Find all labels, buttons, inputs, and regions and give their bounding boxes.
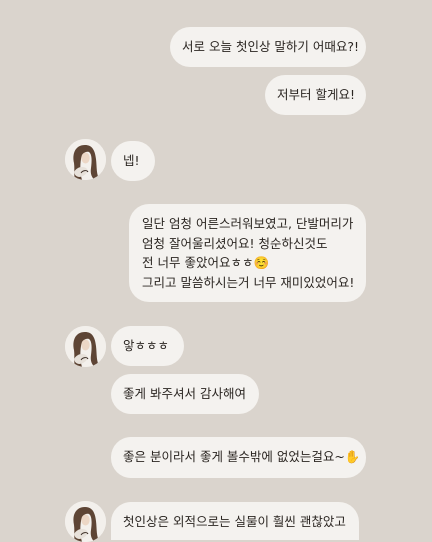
message-text: 좋게 봐주셔서 감사해여 bbox=[123, 386, 246, 401]
message-line: 그리고 말씀하시는거 너무 재미있었어요! bbox=[142, 274, 355, 290]
message-text: 좋은 분이라서 좋게 볼수밖에 없었는걸요~✋ bbox=[123, 449, 361, 464]
message-text: 앟ㅎㅎㅎ bbox=[123, 338, 170, 353]
sent-message-bubble[interactable]: 일단 엄청 어른스러워보였고, 단발머리가 엄청 잘어울리셨어요! 청순하신것도… bbox=[129, 204, 366, 302]
received-message-bubble[interactable]: 첫인상은 외적으로는 실물이 훨씬 괜찮았고 bbox=[111, 502, 359, 540]
profile-photo-icon bbox=[65, 501, 106, 542]
profile-photo-icon bbox=[65, 139, 106, 180]
contact-avatar[interactable] bbox=[65, 326, 106, 367]
message-text: 첫인상은 외적으로는 실물이 훨씬 괜찮았고 bbox=[123, 514, 346, 529]
profile-photo-icon bbox=[65, 326, 106, 367]
message-line: 일단 엄청 어른스러워보였고, 단발머리가 bbox=[142, 216, 354, 231]
sent-message-bubble[interactable]: 저부터 할게요! bbox=[265, 75, 366, 115]
received-message-bubble[interactable]: 좋은 분이라서 좋게 볼수밖에 없었는걸요~✋ bbox=[111, 437, 366, 478]
message-text: 저부터 할게요! bbox=[277, 87, 355, 102]
sent-message-bubble[interactable]: 서로 오늘 첫인상 말하기 어때요?! bbox=[170, 27, 366, 67]
received-message-bubble[interactable]: 앟ㅎㅎㅎ bbox=[111, 326, 184, 366]
message-line: 엄청 잘어울리셨어요! 청순하신것도 bbox=[142, 235, 328, 251]
chat-screen: { "colors": { "background": "#dad4cd", "… bbox=[0, 0, 432, 542]
received-message-bubble[interactable]: 넵! bbox=[111, 141, 155, 181]
contact-avatar[interactable] bbox=[65, 501, 106, 542]
contact-avatar[interactable] bbox=[65, 139, 106, 180]
message-text: 서로 오늘 첫인상 말하기 어때요?! bbox=[182, 39, 360, 54]
message-text: 넵! bbox=[123, 153, 140, 168]
message-line: 전 너무 좋았어요ㅎㅎ☺️ bbox=[142, 255, 270, 270]
received-message-bubble[interactable]: 좋게 봐주셔서 감사해여 bbox=[111, 374, 259, 414]
